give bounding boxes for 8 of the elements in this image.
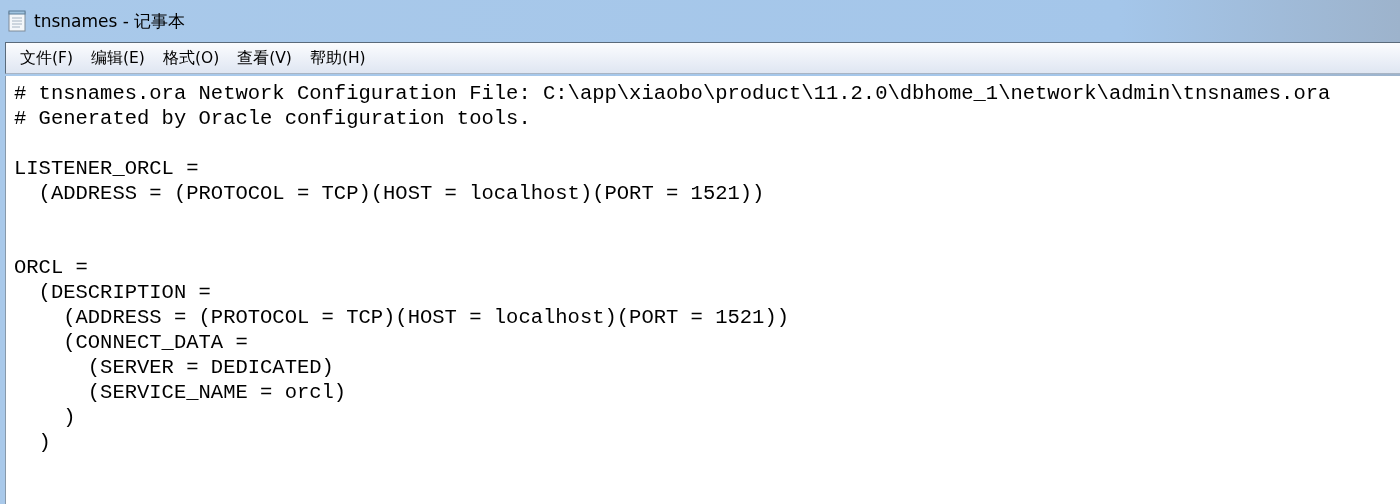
menu-item[interactable]: 编辑(E) xyxy=(83,45,153,71)
menu-item[interactable]: 格式(O) xyxy=(154,45,228,71)
window-title: tnsnames - 记事本 xyxy=(34,9,186,33)
menu-item[interactable]: 查看(V) xyxy=(229,45,300,71)
text-area[interactable]: # tnsnames.ora Network Configuration File: C:\app\xiaobo\product\11.2.0\dbhome_1\network\admin\tnsnames.ora # Generated by Oracle configuration tools. LISTENER_ORCL = (ADDRESS = (PROTOCOL = TCP)(HOST = localhost)(PORT = 1521)) ORCL = (DESCRIPTION = (ADDRESS = (PROTOCOL = TCP)(HOST = localhost)(PORT = 1521)) (CONNECT_DATA = (SERVER = DEDICATED) (SERVICE_NAME = orcl) ) ) xyxy=(5,76,1400,504)
notepad-icon xyxy=(8,10,26,32)
menu-item[interactable]: 文件(F) xyxy=(12,45,81,71)
menu-item[interactable]: 帮助(H) xyxy=(301,45,374,71)
